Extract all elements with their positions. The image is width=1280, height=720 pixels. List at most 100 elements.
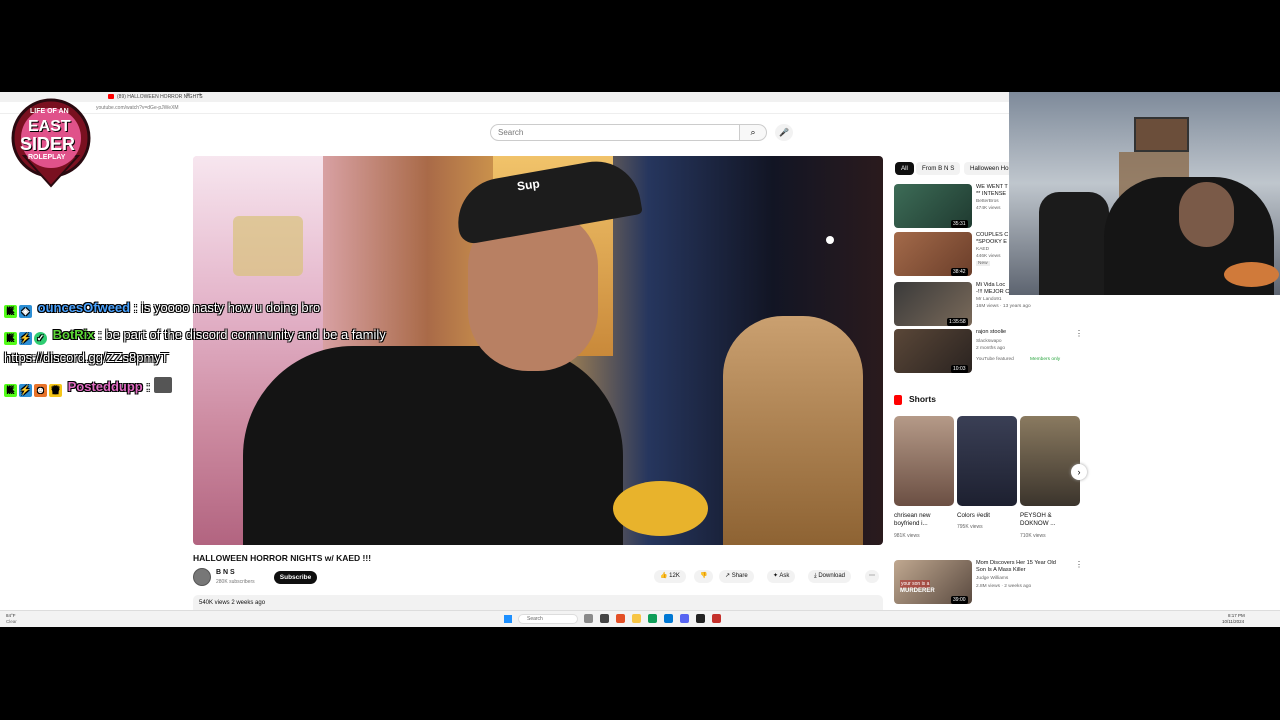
video-bowl — [613, 481, 708, 536]
more-options-icon[interactable]: ⋮ — [1075, 560, 1083, 569]
rec-channel: Mr Lando91 — [976, 297, 1002, 302]
stream-logo: LIFE OF AN EAST SIDER ROLEPLAY — [4, 96, 99, 188]
subscribe-button[interactable]: Subscribe — [274, 571, 317, 584]
logo-top-text: LIFE OF AN — [30, 108, 69, 115]
thumbs-up-icon: 👍 — [660, 573, 670, 579]
weather-desc: Clear — [6, 619, 17, 624]
more-options-icon[interactable]: ⋮ — [1075, 329, 1083, 338]
thumbs-down-icon: 👎 — [700, 573, 708, 579]
search-input[interactable]: Search — [490, 124, 740, 141]
kick-badge-icon: K — [4, 384, 17, 397]
share-button[interactable]: ↗ Share — [719, 570, 754, 583]
short-thumbnail[interactable] — [1020, 416, 1080, 506]
share-label: Share — [731, 573, 748, 579]
like-button[interactable]: 👍 12K — [654, 570, 686, 583]
short-views: 795K views — [957, 524, 983, 530]
logo-main-text-2: SIDER — [20, 134, 76, 154]
rec-views: 474K views — [976, 206, 1001, 211]
discord-icon[interactable] — [680, 614, 689, 623]
edge-icon[interactable] — [664, 614, 673, 623]
mic-icon[interactable]: 🎤 — [775, 124, 793, 141]
rec-title: Mom Discovers Her 15 Year Old — [976, 560, 1056, 566]
channel-avatar[interactable] — [193, 568, 211, 586]
video-light-dot — [826, 236, 834, 244]
short-title-line2: DOKNOW ... — [1020, 520, 1056, 527]
taskview-icon[interactable] — [584, 614, 593, 623]
taskbar-app-icon[interactable] — [616, 614, 625, 623]
rec-video-5[interactable]: your son is a MURDERER 39:00 Mom Discove… — [894, 560, 1084, 606]
like-count: 12K — [669, 573, 680, 579]
duration-badge: 10:03 — [951, 365, 968, 373]
short-thumbnail[interactable] — [957, 416, 1017, 506]
kick-badge-icon: K — [4, 305, 17, 318]
chrome-icon[interactable] — [648, 614, 657, 623]
bolt-badge-icon: ⚡ — [19, 332, 32, 345]
new-badge: New — [976, 261, 990, 266]
taskbar-time[interactable]: 8:17 PM — [1228, 613, 1245, 618]
youtube-favicon-icon — [108, 94, 114, 99]
logo-sub-text: ROLEPLAY — [28, 154, 66, 161]
chip-all[interactable]: All — [895, 162, 914, 175]
chat-message: K ⚡ ☻ ♛ Posteddupp : — [4, 377, 174, 397]
short-views: 710K views — [1020, 533, 1046, 539]
verified-icon: ✓ — [34, 332, 47, 345]
chat-text: : — [146, 379, 150, 394]
short-title-line2: boyfriend i... — [894, 520, 928, 527]
taskbar-search[interactable]: Search — [518, 614, 578, 624]
taskbar-app-icon[interactable] — [712, 614, 721, 623]
chat-username: ouncesOfweed — [37, 300, 131, 315]
short-title: chrisean new — [894, 512, 931, 519]
taskbar-search-label: Search — [527, 616, 543, 622]
search-placeholder: Search — [498, 128, 524, 137]
new-tab-icon[interactable]: + — [198, 92, 202, 99]
rec-views: 446K views — [976, 254, 1001, 259]
rec-channel: Judge Williams — [976, 576, 1009, 581]
wall-frame — [1134, 117, 1189, 152]
video-title: HALLOWEEN HORROR NIGHTS w/ KAED !!! — [193, 553, 372, 563]
video-stats: 540K views 2 weeks ago — [199, 600, 266, 606]
thumb-text-2: MURDERER — [900, 588, 935, 594]
windows-start-icon[interactable] — [504, 615, 512, 623]
channel-name[interactable]: B N S — [216, 569, 235, 576]
gaming-chair — [1039, 192, 1109, 295]
taskbar-app-icon[interactable] — [600, 614, 609, 623]
dislike-button[interactable]: 👎 — [694, 570, 714, 583]
rec-views: 2.8M views · 2 weeks ago — [976, 584, 1032, 589]
search-button[interactable]: ⌕ — [739, 124, 767, 141]
webcam-overlay — [1009, 92, 1280, 295]
close-tab-icon[interactable]: × — [186, 92, 190, 99]
chat-text: : be part of the discord community and b… — [98, 327, 386, 342]
ask-button[interactable]: ✦ Ask — [767, 570, 796, 583]
taskbar-date: 10/11/2024 — [1222, 619, 1245, 624]
share-icon: ↗ — [725, 573, 732, 579]
short-views: 981K views — [894, 533, 920, 539]
shorts-heading: Shorts — [909, 394, 936, 404]
weather-temp[interactable]: 84°F — [6, 613, 16, 618]
chat-message-continued: https://discord.gg/ZZs8pmyT — [4, 350, 169, 366]
address-text[interactable]: youtube.com/watch?v=dGe-pJWeXM — [96, 105, 179, 111]
rec-video-4[interactable]: 10:03 rajon stoolie Slackswapo 2 months … — [894, 329, 1084, 375]
crown-badge-icon: ♛ — [49, 384, 62, 397]
more-actions-icon[interactable]: ⋯ — [865, 570, 879, 583]
search-icon: ⌕ — [750, 127, 756, 137]
food-plate — [1224, 262, 1279, 287]
video-player[interactable]: Sup — [193, 156, 883, 545]
short-title: PEYSOH & — [1020, 512, 1052, 519]
shorts-icon — [894, 395, 902, 405]
folder-icon[interactable] — [632, 614, 641, 623]
bolt-badge-icon: ⚡ — [19, 384, 32, 397]
download-button[interactable]: ⤓ Download — [808, 570, 852, 583]
short-title: Colors #edit — [957, 512, 991, 519]
featured-label: YouTube featured — [976, 357, 1014, 362]
pumpkin-badge-icon: ☻ — [34, 384, 47, 397]
chat-link[interactable]: https://discord.gg/ZZs8pmyT — [4, 350, 169, 365]
short-thumbnail[interactable] — [894, 416, 954, 506]
chat-message: K ⚡ ✓ BotRix : be part of the discord comm… — [4, 327, 386, 345]
thumb-text: your son is a — [900, 580, 931, 588]
shorts-next-icon[interactable]: › — [1071, 464, 1087, 480]
subscriber-count: 280K subscribers — [216, 579, 255, 585]
kick-badge-icon: K — [4, 332, 17, 345]
chip-halloween[interactable]: Halloween Ho — [964, 162, 1015, 175]
chip-from-channel[interactable]: From B N S — [916, 162, 961, 175]
obs-icon[interactable] — [696, 614, 705, 623]
